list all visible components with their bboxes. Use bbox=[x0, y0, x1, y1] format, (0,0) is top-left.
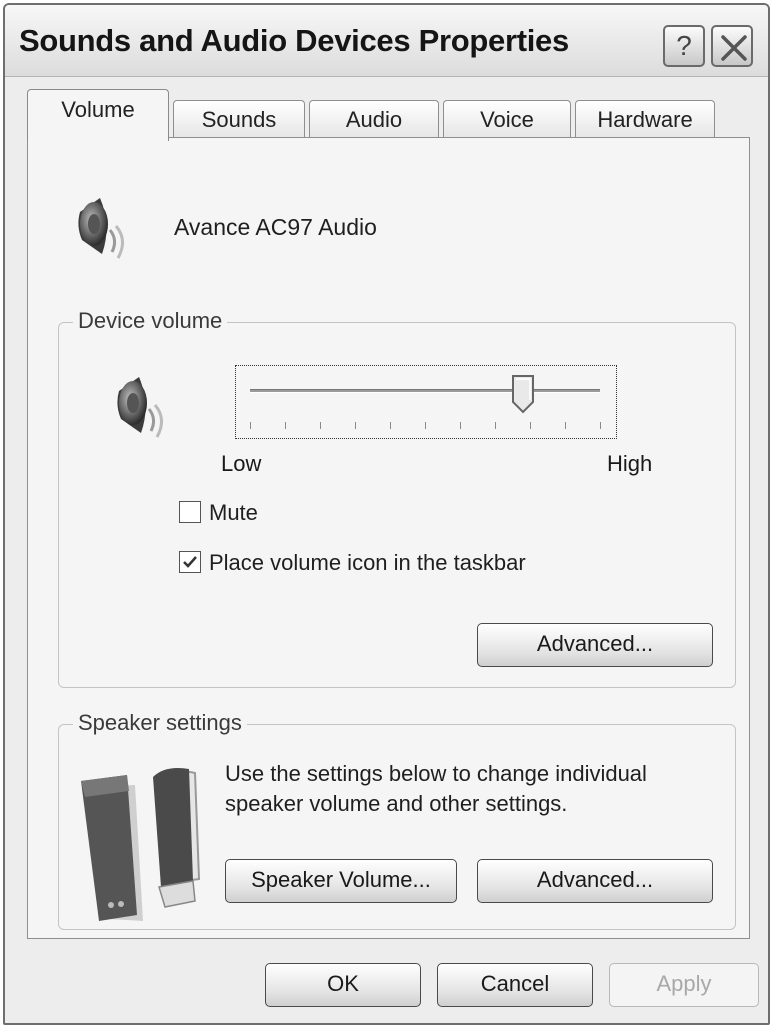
speaker-settings-label: Speaker settings bbox=[73, 710, 247, 736]
slider-tick bbox=[565, 422, 566, 429]
slider-tick bbox=[250, 422, 251, 429]
help-button[interactable]: ? bbox=[663, 25, 705, 67]
volume-speaker-icon[interactable] bbox=[111, 369, 177, 448]
high-label: High bbox=[607, 451, 653, 476]
slider-tick bbox=[355, 422, 356, 429]
volume-slider[interactable] bbox=[235, 365, 617, 439]
slider-tick bbox=[390, 422, 391, 429]
device-volume-group: Device volume Low High Mute Place volume… bbox=[58, 308, 736, 688]
taskbar-icon-label[interactable]: Place volume icon in the taskbar bbox=[209, 550, 526, 576]
speaker-advanced-button[interactable]: Advanced... bbox=[477, 859, 713, 903]
description-line-1: Use the settings below to change individ… bbox=[225, 761, 647, 786]
ok-button[interactable]: OK bbox=[265, 963, 421, 1007]
tab-audio[interactable]: Audio bbox=[309, 100, 439, 140]
slider-tick bbox=[425, 422, 426, 429]
device-name: Avance AC97 Audio bbox=[174, 214, 377, 240]
title-bar[interactable]: Sounds and Audio Devices Properties ? bbox=[5, 5, 768, 77]
description-line-2: speaker volume and other settings. bbox=[225, 791, 568, 816]
slider-tick bbox=[285, 422, 286, 429]
taskbar-icon-checkbox[interactable] bbox=[179, 551, 201, 573]
check-icon bbox=[183, 556, 197, 568]
tab-volume[interactable]: Volume bbox=[27, 89, 169, 141]
tab-sounds[interactable]: Sounds bbox=[173, 100, 305, 140]
speaker-settings-group: Speaker settings Use the settings below … bbox=[58, 710, 736, 930]
close-icon bbox=[721, 35, 747, 61]
tab-voice[interactable]: Voice bbox=[443, 100, 571, 140]
slider-tick bbox=[460, 422, 461, 429]
device-volume-label: Device volume bbox=[73, 308, 228, 334]
window-title: Sounds and Audio Devices Properties bbox=[19, 23, 569, 58]
speakers-icon bbox=[73, 751, 203, 928]
close-button[interactable] bbox=[711, 25, 753, 67]
cancel-button[interactable]: Cancel bbox=[437, 963, 593, 1007]
properties-dialog: Sounds and Audio Devices Properties ? Vo… bbox=[3, 3, 770, 1025]
slider-ticks bbox=[250, 422, 602, 430]
slider-tick bbox=[320, 422, 321, 429]
slider-tick bbox=[530, 422, 531, 429]
slider-tick bbox=[495, 422, 496, 429]
speaker-settings-description: Use the settings below to change individ… bbox=[225, 759, 715, 819]
tab-hardware[interactable]: Hardware bbox=[575, 100, 715, 140]
apply-button[interactable]: Apply bbox=[609, 963, 759, 1007]
low-label: Low bbox=[221, 451, 262, 476]
speaker-volume-button[interactable]: Speaker Volume... bbox=[225, 859, 457, 903]
tab-strip: Volume Sounds Audio Voice Hardware bbox=[27, 89, 747, 141]
volume-advanced-button[interactable]: Advanced... bbox=[477, 623, 713, 667]
speaker-icon bbox=[72, 190, 138, 269]
slider-thumb[interactable] bbox=[511, 374, 535, 419]
slider-track bbox=[250, 389, 600, 393]
volume-tab-panel: Avance AC97 Audio Device volume Low High… bbox=[27, 137, 750, 939]
slider-tick bbox=[600, 422, 601, 429]
mute-label[interactable]: Mute bbox=[209, 500, 258, 526]
mute-checkbox[interactable] bbox=[179, 501, 201, 523]
